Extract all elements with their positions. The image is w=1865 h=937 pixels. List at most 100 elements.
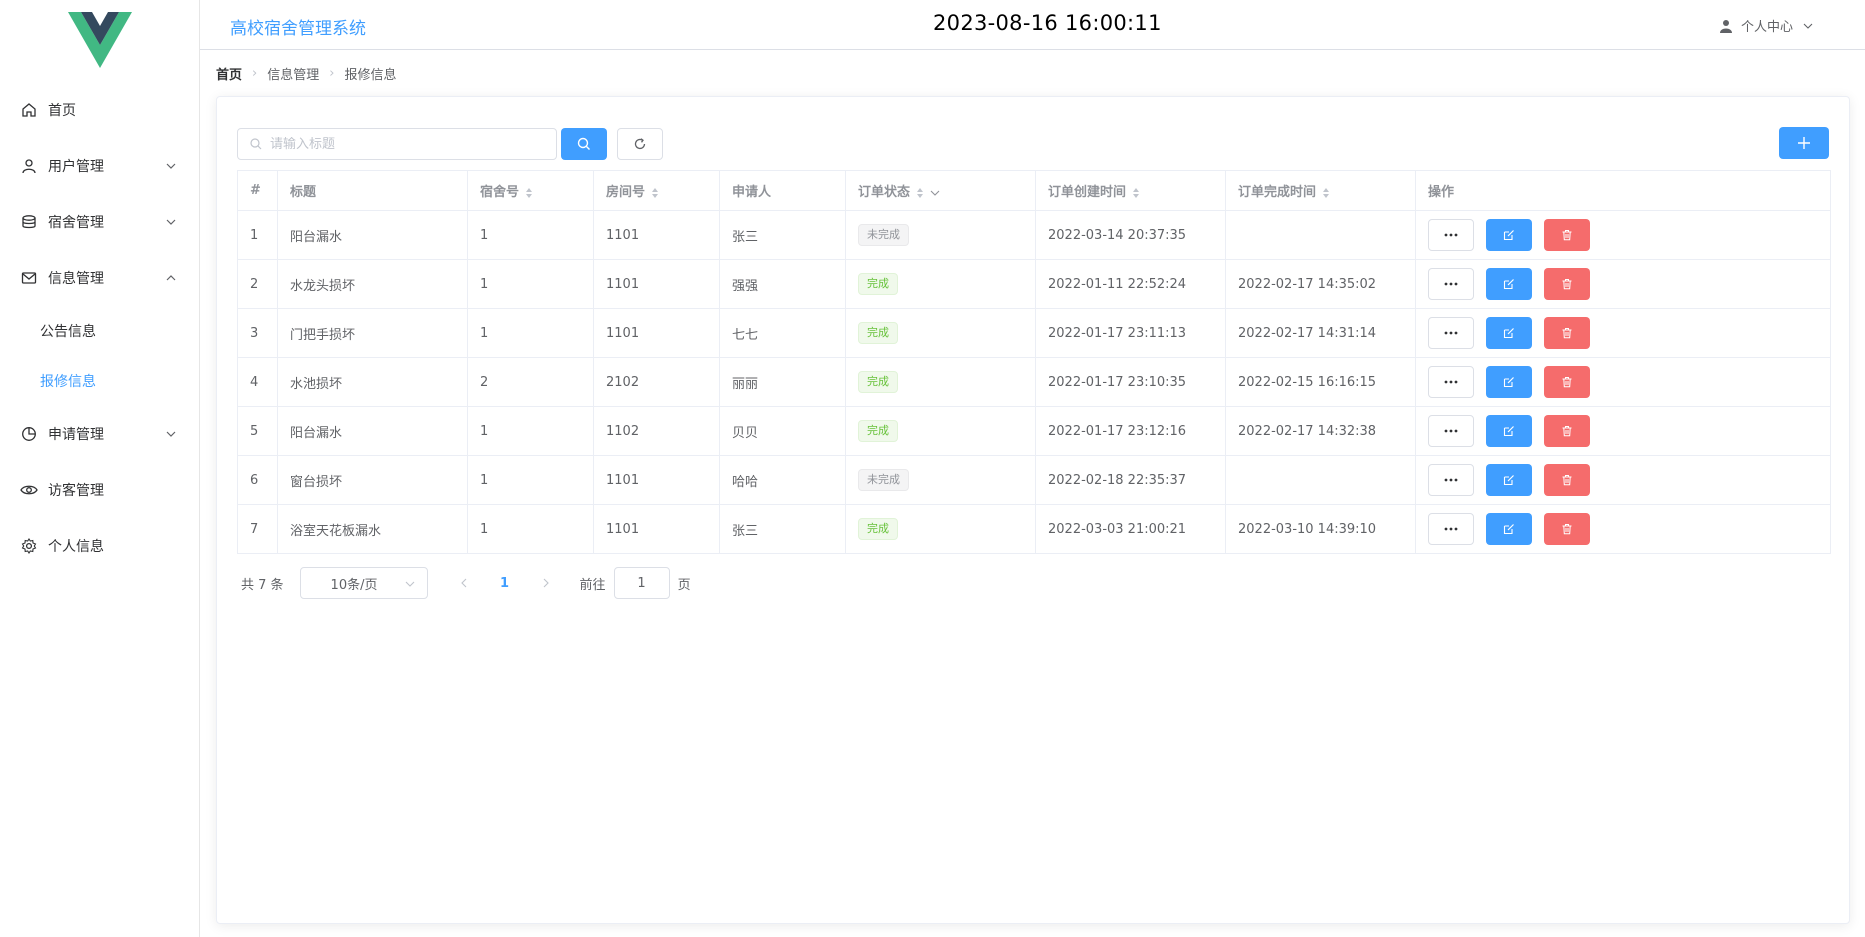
sort-icon[interactable] <box>525 187 533 199</box>
trash-icon <box>1562 230 1572 241</box>
col-label: 订单创建时间 <box>1048 185 1127 200</box>
sidebar-item-profile[interactable]: 个人信息 <box>0 518 199 574</box>
sidebar-item-dorms[interactable]: 宿舍管理 <box>0 194 199 250</box>
col-label: 订单完成时间 <box>1238 185 1317 200</box>
user-icon <box>20 157 38 175</box>
cell-created: 2022-01-17 23:12:16 <box>1035 406 1226 456</box>
edit-button[interactable] <box>1486 464 1532 496</box>
chevron-down-icon <box>405 581 414 587</box>
chevron-down-icon <box>166 163 176 169</box>
delete-button[interactable] <box>1544 219 1590 251</box>
delete-button[interactable] <box>1544 464 1590 496</box>
cell-created: 2022-03-03 21:00:21 <box>1035 504 1226 554</box>
col-label: 房间号 <box>606 185 646 200</box>
edit-button[interactable] <box>1486 366 1532 398</box>
cell-actions <box>1415 259 1831 309</box>
trash-icon <box>1562 426 1572 437</box>
status-badge: 未完成 <box>858 224 909 246</box>
sidebar-item-users[interactable]: 用户管理 <box>0 138 199 194</box>
cell-status: 完成 <box>845 308 1036 358</box>
sort-icon[interactable] <box>1132 187 1140 199</box>
sort-icon[interactable] <box>651 187 659 199</box>
sidebar-subitem-repairs[interactable]: 报修信息 <box>0 356 199 406</box>
edit-icon <box>1503 426 1514 437</box>
cell-idx: 7 <box>237 504 278 554</box>
delete-button[interactable] <box>1544 513 1590 545</box>
delete-button[interactable] <box>1544 317 1590 349</box>
cell-actions <box>1415 308 1831 358</box>
delete-button[interactable] <box>1544 415 1590 447</box>
col-room[interactable]: 房间号 <box>593 170 720 211</box>
more-dots-icon <box>1444 331 1458 335</box>
col-status[interactable]: 订单状态 <box>845 170 1036 211</box>
page-size-select[interactable]: 10条/页 <box>299 567 428 599</box>
page-size-value: 10条/页 <box>330 577 378 593</box>
trash-icon <box>1562 377 1572 388</box>
chevron-up-icon <box>166 275 176 281</box>
add-button[interactable] <box>1779 127 1829 159</box>
edit-icon <box>1503 475 1514 486</box>
sidebar-item-label: 个人信息 <box>48 539 104 555</box>
edit-button[interactable] <box>1486 268 1532 300</box>
more-button[interactable] <box>1428 268 1474 300</box>
table-row: 2 水龙头损坏 1 1101 强强 完成 2022-01-11 22:52:24 2022-0… <box>237 259 1831 309</box>
breadcrumb: 首页 › 信息管理 › 报修信息 <box>216 64 396 83</box>
sidebar-item-home[interactable]: 首页 <box>0 82 199 138</box>
vue-logo-icon <box>68 12 132 68</box>
plus-icon <box>1798 137 1810 149</box>
col-finished[interactable]: 订单完成时间 <box>1225 170 1416 211</box>
search-input[interactable] <box>270 136 550 152</box>
delete-button[interactable] <box>1544 268 1590 300</box>
cell-dorm: 1 <box>467 308 594 358</box>
more-button[interactable] <box>1428 464 1474 496</box>
col-title: 标题 <box>277 170 468 211</box>
sort-icon[interactable] <box>1322 187 1330 199</box>
table-body: 1 阳台漏水 1 1101 张三 未完成 2022-03-14 20:37:35 2 水龙头损坏… <box>237 210 1831 554</box>
goto-page-input[interactable] <box>613 567 670 599</box>
cell-status: 完成 <box>845 259 1036 309</box>
user-center-dropdown[interactable]: 个人中心 <box>1719 16 1813 35</box>
col-label: 订单状态 <box>858 185 911 200</box>
search-button[interactable] <box>561 128 607 160</box>
next-page-button[interactable] <box>536 573 556 593</box>
more-button[interactable] <box>1428 415 1474 447</box>
col-created[interactable]: 订单创建时间 <box>1035 170 1226 211</box>
table-row: 4 水池损坏 2 2102 丽丽 完成 2022-01-17 23:10:35 2022-02… <box>237 357 1831 407</box>
edit-button[interactable] <box>1486 317 1532 349</box>
reset-button[interactable] <box>617 128 663 160</box>
cell-title: 水池损坏 <box>277 357 468 407</box>
settings-icon <box>20 537 38 555</box>
cell-finished: 2022-03-10 14:39:10 <box>1225 504 1416 554</box>
col-dorm[interactable]: 宿舍号 <box>467 170 594 211</box>
cell-dorm: 1 <box>467 504 594 554</box>
message-icon <box>20 269 38 287</box>
breadcrumb-separator-icon: › <box>329 66 335 81</box>
more-button[interactable] <box>1428 219 1474 251</box>
cell-idx: 6 <box>237 455 278 505</box>
sort-icon[interactable] <box>916 187 924 199</box>
more-button[interactable] <box>1428 366 1474 398</box>
page-number[interactable]: 1 <box>490 576 520 591</box>
filter-chevron-icon[interactable] <box>930 188 940 198</box>
more-button[interactable] <box>1428 317 1474 349</box>
col-actions: 操作 <box>1415 170 1831 211</box>
cell-created: 2022-02-18 22:35:37 <box>1035 455 1226 505</box>
sidebar-subitem-announcements[interactable]: 公告信息 <box>0 306 199 356</box>
sidebar-menu: 首页 用户管理 宿舍管理 信息管理 公告信息 报修信息 申请管理 访客管理 个人… <box>0 82 199 574</box>
sidebar-item-applications[interactable]: 申请管理 <box>0 406 199 462</box>
edit-button[interactable] <box>1486 513 1532 545</box>
cell-status: 完成 <box>845 406 1036 456</box>
edit-icon <box>1503 279 1514 290</box>
edit-button[interactable] <box>1486 219 1532 251</box>
prev-page-button[interactable] <box>454 573 474 593</box>
cell-title: 阳台漏水 <box>277 406 468 456</box>
delete-button[interactable] <box>1544 366 1590 398</box>
breadcrumb-home[interactable]: 首页 <box>216 64 242 83</box>
pagination-total: 共 7 条 <box>241 577 284 593</box>
sidebar-item-visitors[interactable]: 访客管理 <box>0 462 199 518</box>
sidebar-item-info[interactable]: 信息管理 <box>0 250 199 306</box>
more-button[interactable] <box>1428 513 1474 545</box>
edit-button[interactable] <box>1486 415 1532 447</box>
cell-finished: 2022-02-17 14:32:38 <box>1225 406 1416 456</box>
edit-icon <box>1503 230 1514 241</box>
